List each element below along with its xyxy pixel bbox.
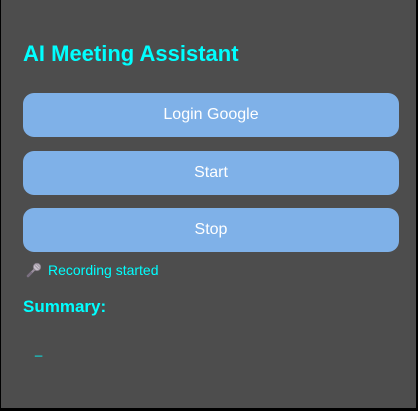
summary-heading: Summary: <box>23 297 107 316</box>
microphone-icon <box>25 261 43 279</box>
recording-status-text: Recording started <box>48 262 159 278</box>
stop-button[interactable]: Stop <box>23 208 399 252</box>
login-google-button[interactable]: Login Google <box>23 93 399 137</box>
assistant-panel: AI Meeting Assistant Login Google Start … <box>1 0 416 408</box>
start-button[interactable]: Start <box>23 151 399 195</box>
summary-content: _ <box>35 342 43 357</box>
app-title: AI Meeting Assistant <box>23 41 239 66</box>
recording-status: Recording started <box>25 261 159 279</box>
